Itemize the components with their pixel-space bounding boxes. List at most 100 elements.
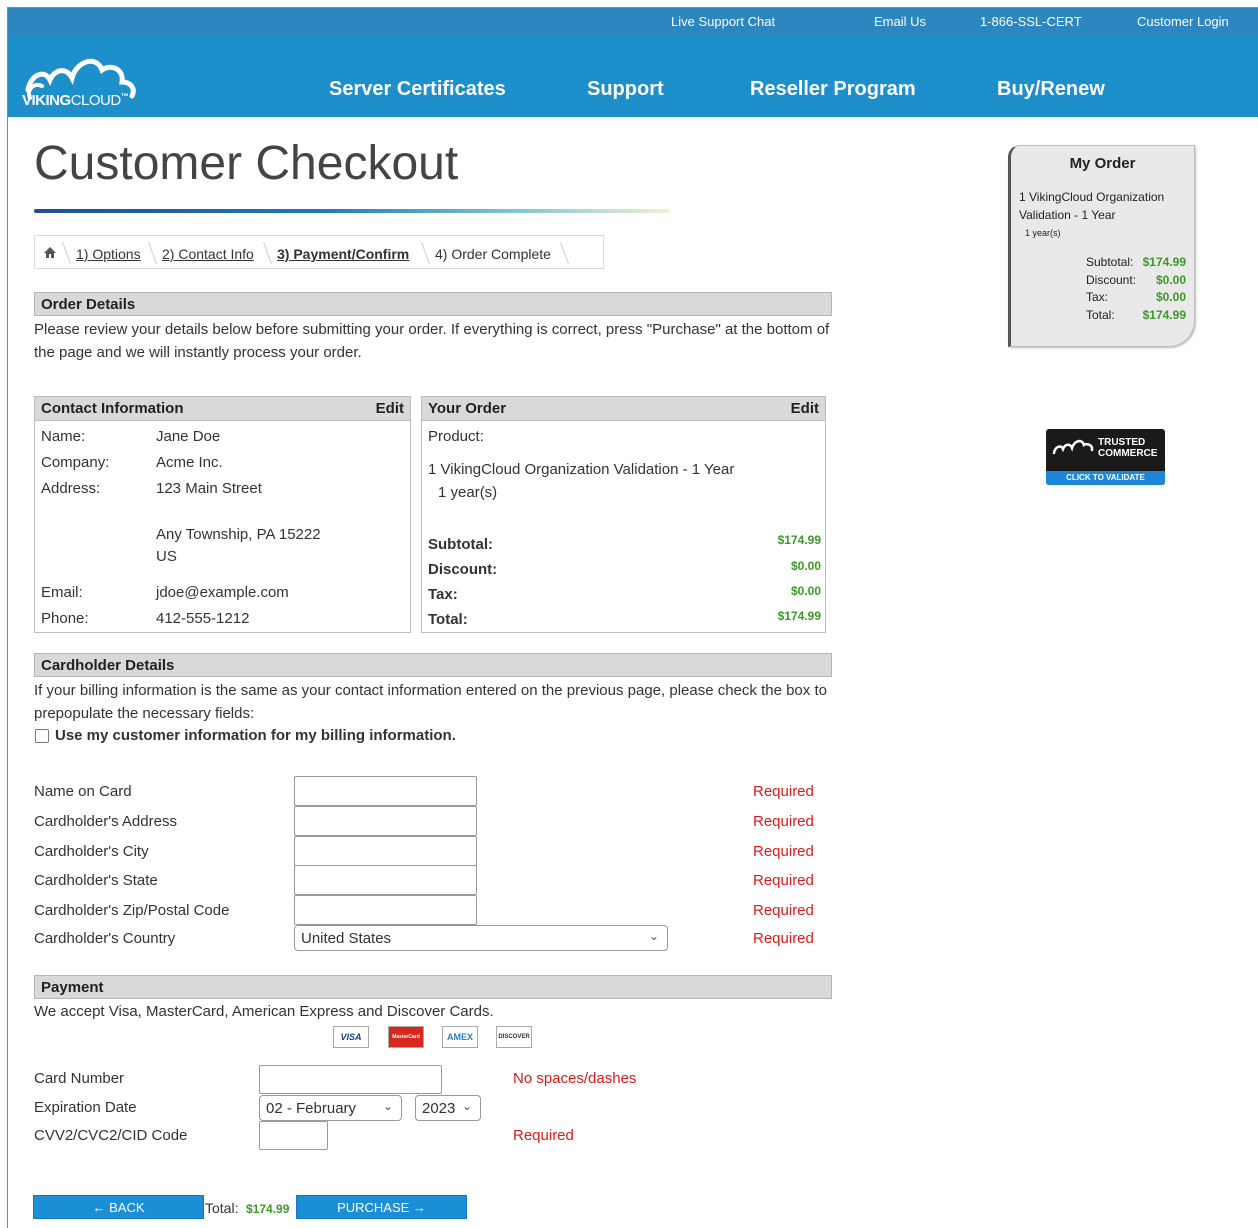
order-subtotal: $174.99 <box>777 533 821 547</box>
required-indicator: Required <box>753 872 814 889</box>
phone-label: Phone: <box>41 610 89 627</box>
email-us-link[interactable]: Email Us <box>874 14 926 29</box>
breadcrumb-separator <box>54 242 72 264</box>
edit-order-button[interactable]: Edit <box>791 400 819 417</box>
cardholder-country-select[interactable]: United States ⌄ <box>294 925 668 951</box>
order-details-text: Please review your details below before … <box>34 321 830 361</box>
cardholder-city-label: Cardholder's City <box>34 843 149 860</box>
contact-address-line1: 123 Main Street <box>156 480 262 497</box>
card-number-label: Card Number <box>34 1070 125 1087</box>
required-indicator: Required <box>753 930 814 947</box>
my-order-discount: $0.00 <box>1155 273 1186 287</box>
country-selected-value: United States <box>301 930 392 947</box>
name-label: Name: <box>41 428 86 445</box>
contact-name: Jane Doe <box>156 428 221 445</box>
cardholder-state-input[interactable] <box>294 865 477 895</box>
my-order-tax: $0.00 <box>1155 290 1186 304</box>
name-on-card-label: Name on Card <box>34 783 132 800</box>
home-icon[interactable] <box>43 246 57 259</box>
order-tax: $0.00 <box>790 584 821 598</box>
cardholder-details-heading: Cardholder Details <box>34 653 832 677</box>
contact-address-line2: Any Township, PA 15222 <box>156 526 321 543</box>
card-number-input[interactable] <box>259 1065 442 1094</box>
cardholder-city-input[interactable] <box>294 836 477 866</box>
order-total: $174.99 <box>777 609 821 623</box>
breadcrumb-step-options[interactable]: 1) Options <box>76 246 141 262</box>
chevron-down-icon: ⌄ <box>461 1099 472 1113</box>
company-label: Company: <box>41 454 110 471</box>
required-indicator: Required <box>753 843 814 860</box>
use-customer-info-label[interactable]: Use my customer information for my billi… <box>55 727 456 744</box>
name-on-card-input[interactable] <box>294 776 477 806</box>
back-button[interactable]: ← BACK <box>33 1195 204 1219</box>
cardholder-zip-label: Cardholder's Zip/Postal Code <box>34 902 230 919</box>
trusted-commerce-text: TRUSTED COMMERCE <box>1098 437 1158 459</box>
my-order-title: My Order <box>1069 155 1136 172</box>
trusted-commerce-badge[interactable]: TRUSTED COMMERCE CLICK TO VALIDATE <box>1046 429 1165 485</box>
visa-card-icon: VISA <box>333 1026 369 1048</box>
logo-wordmark: VIKINGCLOUD™ <box>22 92 129 109</box>
total-label: Total: <box>428 611 468 628</box>
required-indicator: Required <box>753 783 814 800</box>
expiration-month-value: 02 - February <box>266 1100 357 1117</box>
address-label: Address: <box>41 480 101 497</box>
contact-information-header: Contact Information Edit <box>35 397 410 421</box>
cardholder-state-label: Cardholder's State <box>34 872 158 889</box>
cardholder-address-label: Cardholder's Address <box>34 813 177 830</box>
my-order-product-line2: Validation - 1 Year <box>1019 208 1116 222</box>
contact-email: jdoe@example.com <box>156 584 289 601</box>
cardholder-zip-input[interactable] <box>294 895 477 925</box>
discount-label: Discount: <box>428 561 498 578</box>
subtotal-label: Subtotal: <box>428 536 493 553</box>
expiration-month-select[interactable]: 02 - February ⌄ <box>259 1095 402 1121</box>
my-order-total-label: Total: <box>1086 308 1115 322</box>
edit-contact-button[interactable]: Edit <box>376 400 404 417</box>
customer-login-link[interactable]: Customer Login <box>1137 14 1229 29</box>
cvv-input[interactable] <box>259 1121 328 1150</box>
your-order-header: Your Order Edit <box>422 397 825 421</box>
contact-information-title: Contact Information <box>41 400 184 417</box>
phone-link[interactable]: 1-866-SSL-CERT <box>980 14 1082 29</box>
amex-card-icon: AMEX <box>442 1026 478 1048</box>
cardholder-details-text: If your billing information is the same … <box>34 682 827 722</box>
expiration-year-value: 2023 <box>422 1100 456 1117</box>
expiration-date-label: Expiration Date <box>34 1099 137 1116</box>
expiration-year-select[interactable]: 2023 ⌄ <box>415 1095 481 1121</box>
breadcrumb-separator <box>255 242 273 264</box>
contact-information-box: Contact Information Edit Name: Jane Doe … <box>34 396 411 633</box>
card-number-note: No spaces/dashes <box>513 1070 637 1087</box>
purchase-button[interactable]: PURCHASE → <box>296 1195 467 1219</box>
your-order-box: Your Order Edit Product: 1 VikingCloud O… <box>421 396 826 633</box>
payment-text: We accept Visa, MasterCard, American Exp… <box>34 1003 494 1020</box>
cardholder-country-label: Cardholder's Country <box>34 930 176 947</box>
breadcrumb-step-contact-info[interactable]: 2) Contact Info <box>162 246 254 262</box>
nav-reseller-program[interactable]: Reseller Program <box>750 78 916 101</box>
nav-server-certificates[interactable]: Server Certificates <box>329 78 506 101</box>
my-order-subtotal: $174.99 <box>1142 255 1186 269</box>
breadcrumb-step-order-complete: 4) Order Complete <box>435 246 551 262</box>
order-product-name: 1 VikingCloud Organization Validation - … <box>428 461 735 478</box>
discover-card-icon: DISCOVER <box>496 1026 532 1048</box>
chevron-down-icon: ⌄ <box>648 929 659 943</box>
vikingcloud-badge-logo-icon <box>1052 439 1094 455</box>
footer-total-amount: $174.99 <box>246 1202 290 1216</box>
tax-label: Tax: <box>428 586 458 603</box>
title-divider <box>34 209 670 213</box>
click-to-validate-label: CLICK TO VALIDATE <box>1046 471 1165 485</box>
payment-heading: Payment <box>34 975 832 999</box>
contact-company: Acme Inc. <box>156 454 223 471</box>
order-discount: $0.00 <box>790 559 821 573</box>
product-label: Product: <box>428 428 484 445</box>
my-order-subtotal-label: Subtotal: <box>1086 255 1134 269</box>
live-support-chat-link[interactable]: Live Support Chat <box>671 14 775 29</box>
my-order-term: 1 year(s) <box>1025 228 1061 238</box>
breadcrumb-step-payment-confirm[interactable]: 3) Payment/Confirm <box>277 246 409 262</box>
use-customer-info-checkbox[interactable] <box>35 729 49 743</box>
breadcrumb-separator <box>413 242 431 264</box>
cardholder-address-input[interactable] <box>294 806 477 836</box>
breadcrumb-separator <box>140 242 158 264</box>
footer-total-label: Total: <box>205 1200 239 1216</box>
nav-support[interactable]: Support <box>587 78 664 101</box>
nav-buy-renew[interactable]: Buy/Renew <box>997 78 1105 101</box>
my-order-product-line1: 1 VikingCloud Organization <box>1019 190 1165 204</box>
